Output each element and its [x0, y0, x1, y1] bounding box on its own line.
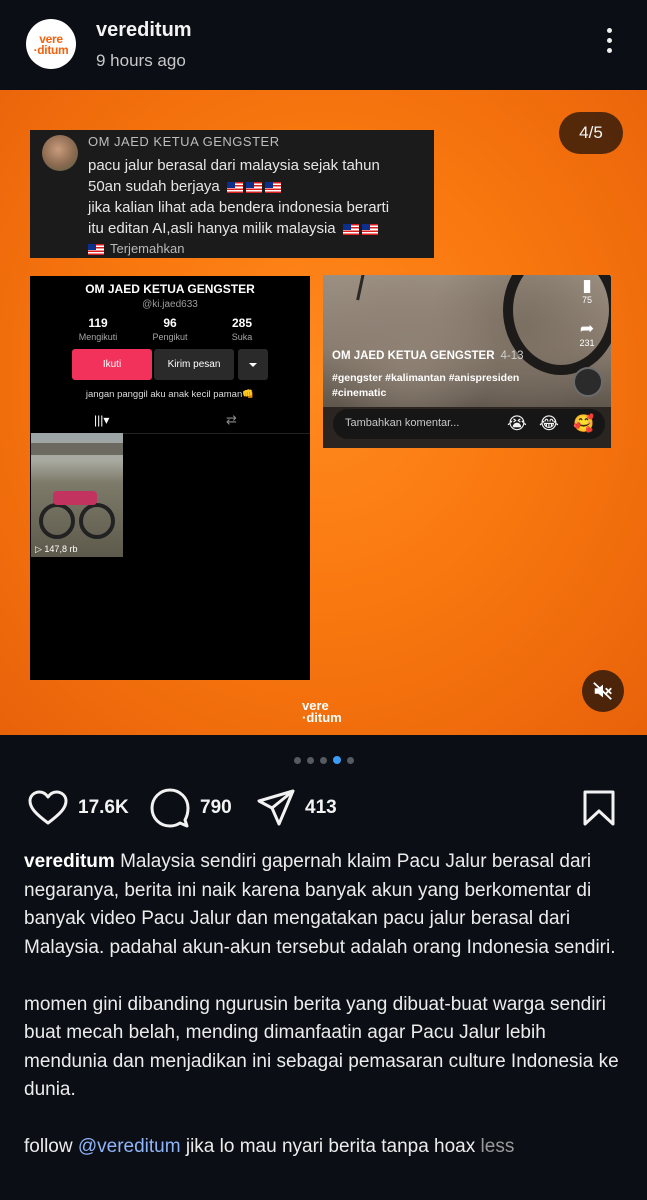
carousel-dot — [346, 757, 354, 764]
carousel-dot — [306, 757, 314, 764]
profile-bio: jangan panggil aku anak kecil paman👊 — [85, 389, 255, 400]
stat-label: Suka — [231, 332, 253, 342]
music-disc-icon — [573, 367, 603, 397]
motorbike-image — [39, 477, 115, 539]
video-author: OM JAED KETUA GENGSTER 4-13 — [332, 350, 524, 362]
stat-label: Pengikut — [152, 332, 188, 342]
hashtags-line: #gengster #kalimantan #anispresiden — [332, 372, 520, 384]
like-count: 17.6K — [78, 797, 129, 818]
carousel-dot — [293, 757, 301, 764]
more-options-icon[interactable] — [599, 28, 619, 62]
comment-line: itu editan AI,asli hanya milik malaysia — [88, 220, 336, 237]
comment-line: 50an sudah berjaya — [88, 178, 220, 195]
watermark-bottom: ·ditum — [302, 710, 342, 725]
post-caption: vereditum Malaysia sendiri gapernah klai… — [24, 848, 624, 1162]
malaysia-flag-icon — [245, 181, 262, 193]
caption-username[interactable]: vereditum — [24, 851, 115, 872]
stat-label: Mengikuti — [78, 332, 118, 342]
chevron-down-icon — [238, 349, 268, 380]
carousel-dot — [319, 757, 327, 764]
caption-text: follow — [24, 1136, 73, 1157]
account-username[interactable]: vereditum — [96, 19, 192, 42]
share-arrow-icon: ➦ — [579, 319, 595, 338]
thumbnail-roof — [31, 443, 123, 455]
embedded-comment-screenshot: OM JAED KETUA GENGSTER pacu jalur berasa… — [30, 130, 434, 258]
stat-value: 119 — [88, 316, 108, 330]
malaysia-flag-icon — [88, 244, 104, 256]
comment-line-with-flags: itu editan AI,asli hanya milik malaysia — [88, 218, 428, 239]
mute-icon[interactable] — [582, 670, 624, 712]
send-icon — [257, 789, 295, 826]
comment-button[interactable]: 790 — [150, 786, 232, 830]
video-comment-input: Tambahkan komentar... 😭 😂 🥰 — [333, 409, 605, 439]
repost-tab-icon: ⇄ — [226, 412, 237, 427]
account-avatar[interactable]: vere ·ditum — [26, 19, 76, 69]
post-media[interactable]: 4/5 OM JAED KETUA GENGSTER pacu jalur be… — [0, 90, 647, 735]
heart-icon — [28, 790, 68, 825]
mention-link[interactable]: @vereditum — [78, 1136, 181, 1157]
slide-counter: 4/5 — [559, 112, 623, 154]
profile-follow-button: Ikuti — [72, 349, 152, 380]
caption-text: jika lo mau nyari berita tanpa hoax — [185, 1136, 476, 1157]
translate-link: Terjemahkan — [88, 241, 184, 256]
malaysia-flag-icon — [342, 223, 359, 235]
stat-value: 285 — [231, 316, 253, 330]
comment-count: 790 — [200, 797, 232, 818]
commenter-avatar — [42, 135, 78, 171]
malaysia-flag-icon — [264, 181, 281, 193]
share-count: 413 — [305, 797, 337, 818]
profile-name: OM JAED KETUA GENGSTER — [85, 282, 255, 296]
video-bookmark: ▮ 75 — [575, 276, 599, 306]
profile-stat-following: 119 Mengikuti — [68, 316, 128, 342]
caption-paragraph: vereditum Malaysia sendiri gapernah klai… — [24, 848, 624, 962]
post-timestamp: 9 hours ago — [96, 51, 186, 70]
embedded-video-screenshot: ▮ 75 ➦ 231 OM JAED KETUA GENGSTER 4-13 #g… — [323, 275, 611, 448]
malaysia-flag-icon — [226, 181, 243, 193]
comment-bubble-icon — [150, 788, 190, 828]
carousel-indicator — [0, 756, 647, 766]
laughing-emoji-icon: 😂 — [539, 414, 559, 433]
vereditum-watermark: vere ·ditum — [302, 699, 342, 725]
profile-handle: @ki.jaed633 — [142, 299, 198, 310]
share-count: 231 — [579, 338, 595, 348]
comment-placeholder: Tambahkan komentar... — [345, 417, 460, 429]
video-hashtags: #gengster #kalimantan #anispresiden #cin… — [332, 371, 562, 401]
stat-value: 96 — [163, 316, 177, 330]
profile-message-button: Kirim pesan — [154, 349, 234, 380]
embedded-profile-screenshot: OM JAED KETUA GENGSTER @ki.jaed633 119 M… — [30, 276, 310, 680]
like-button[interactable]: 17.6K — [28, 786, 129, 830]
crying-emoji-icon: 😭 — [507, 414, 527, 433]
bookmark-count: 75 — [581, 295, 592, 305]
avatar-logo-bottom: ·ditum — [33, 42, 69, 57]
commenter-name: OM JAED KETUA GENGSTER — [88, 134, 280, 149]
profile-stat-followers: 96 Pengikut — [140, 316, 200, 342]
video-share: ➦ 231 — [575, 319, 599, 349]
profile-tabs: |||▾ ⇄ — [30, 407, 310, 435]
share-button[interactable]: 413 — [257, 786, 337, 830]
comment-line: pacu jalur berasal dari malaysia sejak t… — [88, 157, 380, 174]
profile-video-thumbnail: ▷ 147,8 rb — [31, 433, 123, 557]
caption-paragraph: follow @vereditum jika lo mau nyari beri… — [24, 1133, 624, 1162]
video-author-name: OM JAED KETUA GENGSTER — [332, 350, 495, 362]
bookmark-icon: ▮ — [582, 276, 592, 295]
malaysia-flag-icon — [361, 223, 378, 235]
profile-stat-likes: 285 Suka — [212, 316, 272, 342]
thumbnail-views: ▷ 147,8 rb — [35, 544, 78, 554]
comment-line-with-flags: 50an sudah berjaya — [88, 176, 428, 197]
save-bookmark-icon[interactable] — [582, 790, 616, 831]
show-less-link[interactable]: less — [481, 1136, 515, 1157]
video-date: 4-13 — [500, 350, 524, 362]
carousel-dot-active — [332, 756, 341, 764]
caption-paragraph: momen gini dibanding ngurusin berita yan… — [24, 993, 619, 1101]
hashtags-line: #cinematic — [332, 387, 387, 399]
comment-text: pacu jalur berasal dari malaysia sejak t… — [88, 155, 428, 239]
grid-tab-icon: |||▾ — [89, 413, 117, 435]
translate-label: Terjemahkan — [110, 241, 185, 256]
motorbike-stand — [356, 275, 413, 309]
comment-line: jika kalian lihat ada bendera indonesia … — [88, 199, 390, 216]
post-header: vere ·ditum vereditum 9 hours ago — [0, 0, 647, 90]
love-emoji-icon: 🥰 — [573, 414, 595, 433]
